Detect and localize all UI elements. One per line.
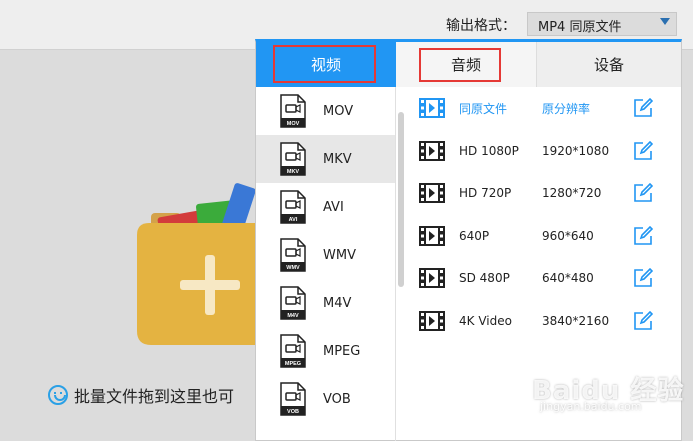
output-format-label: 输出格式： bbox=[446, 18, 516, 34]
preset-item[interactable]: 640P 960*640 bbox=[406, 215, 681, 257]
format-name: MPEG bbox=[323, 343, 361, 359]
format-item[interactable]: MPEG MPEG bbox=[256, 327, 395, 375]
svg-text:VOB: VOB bbox=[287, 409, 299, 415]
preset-resolution: 1280*720 bbox=[542, 186, 602, 200]
preset-resolution: 1920*1080 bbox=[542, 143, 610, 158]
video-file-icon: WMV bbox=[280, 238, 306, 272]
film-icon bbox=[419, 225, 445, 246]
scrollbar-thumb[interactable] bbox=[398, 112, 404, 287]
video-file-icon: MKV bbox=[280, 142, 306, 176]
output-format-select[interactable]: MP4 同原文件 bbox=[527, 12, 677, 36]
video-file-icon: M4V bbox=[280, 286, 306, 320]
preset-item[interactable]: HD 1080P 1920*1080 bbox=[406, 130, 681, 172]
preset-item[interactable]: 同原文件 原分辨率 bbox=[406, 87, 681, 129]
preset-item[interactable]: 4K Video 3840*2160 bbox=[406, 300, 681, 342]
format-name: VOB bbox=[323, 391, 351, 407]
format-name: WMV bbox=[323, 247, 356, 263]
film-icon bbox=[419, 268, 445, 288]
output-format-value: MP4 同原文件 bbox=[538, 20, 622, 35]
svg-text:AVI: AVI bbox=[289, 217, 298, 223]
video-file-icon: AVI bbox=[280, 190, 306, 224]
video-file-icon: VOB bbox=[280, 382, 306, 416]
preset-resolution: 3840*2160 bbox=[542, 313, 610, 328]
svg-text:WMV: WMV bbox=[286, 265, 300, 271]
svg-text:MPEG: MPEG bbox=[285, 361, 301, 367]
preset-name: SD 480P bbox=[459, 271, 510, 285]
preset-item[interactable]: SD 480P 640*480 bbox=[406, 257, 681, 299]
preset-resolution: 原分辨率 bbox=[542, 101, 591, 116]
format-name: M4V bbox=[323, 295, 352, 311]
video-file-icon: MPEG bbox=[280, 334, 306, 368]
film-icon bbox=[419, 140, 445, 161]
format-item[interactable]: MKV MKV bbox=[256, 135, 395, 183]
film-icon bbox=[419, 183, 445, 203]
svg-text:MKV: MKV bbox=[287, 169, 300, 175]
format-item[interactable]: M4V M4V bbox=[256, 279, 395, 327]
film-icon bbox=[419, 310, 445, 331]
highlight-box-audio bbox=[419, 48, 501, 82]
preset-resolution: 640*480 bbox=[542, 271, 594, 285]
highlight-box-video bbox=[273, 45, 376, 83]
drop-hint-text: 批量文件拖到这里也可 bbox=[74, 387, 235, 406]
preset-name: 4K Video bbox=[459, 313, 512, 328]
tab-device-label: 设备 bbox=[593, 56, 624, 74]
smile-icon bbox=[48, 385, 68, 405]
video-file-icon: MOV bbox=[280, 94, 306, 128]
format-name: AVI bbox=[323, 199, 344, 215]
svg-text:M4V: M4V bbox=[287, 313, 299, 319]
preset-name: 640P bbox=[459, 228, 490, 243]
tab-device[interactable]: 设备 bbox=[537, 42, 681, 87]
dropdown-arrow-icon[interactable] bbox=[660, 18, 670, 25]
watermark-sub: jingyan.baidu.com bbox=[540, 400, 642, 413]
format-item[interactable]: MOV MOV bbox=[256, 87, 395, 135]
preset-item[interactable]: HD 720P 1280*720 bbox=[406, 172, 681, 214]
format-item[interactable]: WMV WMV bbox=[256, 231, 395, 279]
panel-tabs: 视频 音频 设备 bbox=[256, 42, 681, 87]
drop-hint: 批量文件拖到这里也可 bbox=[48, 383, 234, 407]
format-item[interactable]: AVI AVI bbox=[256, 183, 395, 231]
film-icon bbox=[419, 98, 445, 118]
preset-name: 同原文件 bbox=[459, 101, 508, 116]
edit-icon[interactable] bbox=[633, 310, 653, 331]
edit-icon[interactable] bbox=[633, 183, 653, 203]
preset-resolution: 960*640 bbox=[542, 228, 594, 243]
format-name: MOV bbox=[323, 103, 354, 119]
edit-icon[interactable] bbox=[633, 98, 653, 118]
edit-icon[interactable] bbox=[633, 268, 653, 288]
svg-text:MOV: MOV bbox=[287, 121, 300, 127]
preset-name: HD 1080P bbox=[459, 143, 519, 158]
format-item[interactable]: VOB VOB bbox=[256, 375, 395, 423]
edit-icon[interactable] bbox=[633, 225, 653, 246]
preset-name: HD 720P bbox=[459, 186, 512, 200]
video-format-list: MOV MOV MKV MKV AVI AVI WMV WMV M4V M4V MPEG MPEG VO… bbox=[256, 87, 396, 441]
format-name: MKV bbox=[323, 151, 352, 167]
edit-icon[interactable] bbox=[633, 140, 653, 161]
